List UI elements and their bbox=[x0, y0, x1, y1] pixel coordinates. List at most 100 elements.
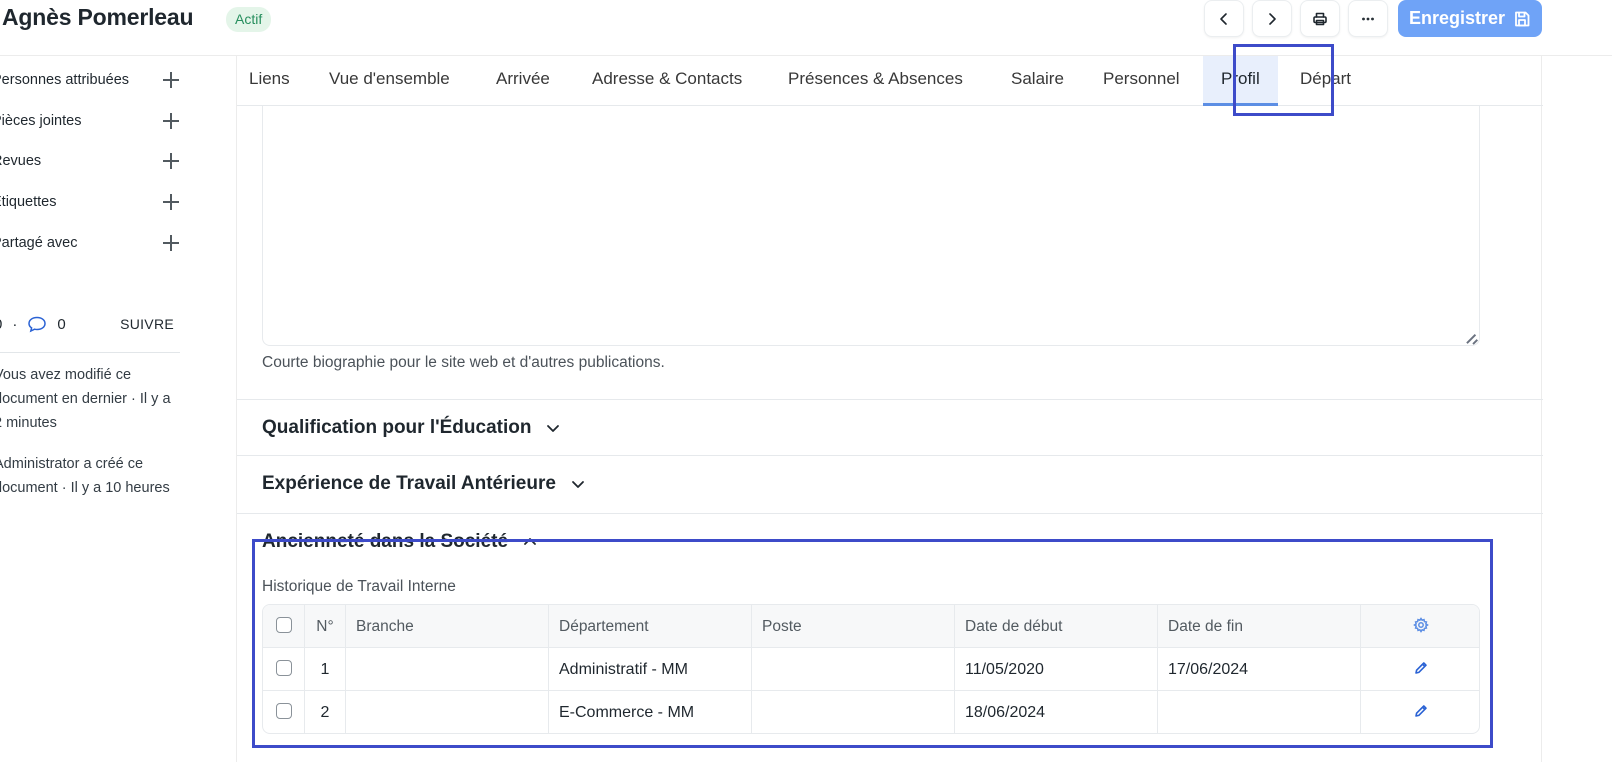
table-row[interactable]: 1 Administratif - MM 11/05/2020 17/06/20… bbox=[263, 648, 1479, 691]
save-button[interactable]: Enregistrer bbox=[1398, 0, 1542, 37]
section-education-header[interactable]: Qualification pour l'Éducation bbox=[262, 413, 561, 443]
sidebar: Personnes attribuées Pièces jointes Revu… bbox=[0, 56, 236, 762]
section-divider bbox=[237, 399, 1543, 400]
tab-profile[interactable]: Profil bbox=[1203, 56, 1278, 106]
form-tabs: Liens Vue d'ensemble Arrivée Adresse & C… bbox=[237, 56, 1543, 106]
form-main: Liens Vue d'ensemble Arrivée Adresse & C… bbox=[236, 56, 1543, 762]
stats-separator: · bbox=[12, 315, 18, 333]
comment-icon[interactable] bbox=[27, 315, 47, 333]
section-title: Qualification pour l'Éducation bbox=[262, 417, 532, 438]
column-header-department: Département bbox=[549, 605, 752, 648]
activity-item: Vous avez modifié ce document en dernier… bbox=[0, 367, 171, 431]
sidebar-item-shared[interactable]: Partagé avec bbox=[0, 228, 180, 258]
select-all-cell bbox=[263, 605, 305, 648]
section-divider bbox=[237, 455, 1543, 456]
cell-end-date[interactable]: 17/06/2024 bbox=[1158, 648, 1361, 691]
comment-count: 0 bbox=[57, 315, 66, 333]
row-checkbox[interactable] bbox=[275, 703, 292, 720]
sidebar-item-label: Partagé avec bbox=[0, 235, 78, 251]
cell-no: 2 bbox=[305, 691, 346, 733]
row-select-cell bbox=[263, 648, 305, 691]
tab-address-contacts[interactable]: Adresse & Contacts bbox=[592, 56, 742, 106]
row-select-cell bbox=[263, 691, 305, 733]
sidebar-item-label: Étiquettes bbox=[0, 194, 57, 210]
column-header-position: Poste bbox=[752, 605, 955, 648]
tab-attendance-leaves[interactable]: Présences & Absences bbox=[788, 56, 963, 106]
select-all-checkbox[interactable] bbox=[275, 617, 292, 634]
sidebar-item-attachments[interactable]: Pièces jointes bbox=[0, 106, 180, 136]
tab-personal[interactable]: Personnel bbox=[1103, 56, 1180, 106]
cell-department[interactable]: E-Commerce - MM bbox=[549, 691, 752, 733]
sidebar-item-label: Personnes attribuées bbox=[0, 72, 130, 88]
sidebar-item-reviews[interactable]: Revues bbox=[0, 146, 180, 176]
sidebar-item-assigned[interactable]: Personnes attribuées bbox=[0, 65, 180, 95]
tab-exit[interactable]: Départ bbox=[1300, 56, 1351, 106]
cell-department[interactable]: Administratif - MM bbox=[549, 648, 752, 691]
table-row[interactable]: 2 E-Commerce - MM 18/06/2024 bbox=[263, 691, 1479, 733]
plus-icon[interactable] bbox=[162, 234, 180, 252]
chevron-down-icon bbox=[570, 476, 586, 492]
row-checkbox[interactable] bbox=[275, 660, 292, 677]
more-icon bbox=[1360, 11, 1376, 27]
tab-links[interactable]: Liens bbox=[249, 56, 290, 106]
column-header-end-date: Date de fin bbox=[1158, 605, 1361, 648]
like-count[interactable]: 0 bbox=[0, 316, 2, 333]
page-title: Agnès Pomerleau bbox=[2, 4, 194, 30]
edit-pencil-icon[interactable] bbox=[1414, 661, 1428, 678]
cell-start-date[interactable]: 11/05/2020 bbox=[955, 648, 1158, 691]
activity-item: Administrator a créé ce document · Il y … bbox=[0, 456, 170, 496]
chevron-down-icon bbox=[545, 420, 561, 436]
plus-icon[interactable] bbox=[162, 193, 180, 211]
cell-branch[interactable] bbox=[346, 691, 549, 733]
sidebar-divider bbox=[0, 352, 180, 353]
tab-overview[interactable]: Vue d'ensemble bbox=[329, 56, 450, 106]
internal-work-history-table: N° Branche Département Poste Date de déb… bbox=[262, 604, 1480, 734]
row-edit-cell bbox=[1361, 648, 1479, 691]
plus-icon[interactable] bbox=[162, 112, 180, 130]
page-header: Agnès Pomerleau Actif Enregistrer bbox=[0, 0, 1612, 56]
sidebar-item-label: Pièces jointes bbox=[0, 113, 82, 129]
document-stats: 0 · 0 SUIVRE bbox=[0, 312, 180, 336]
table-header-row: N° Branche Département Poste Date de déb… bbox=[263, 605, 1479, 648]
plus-icon[interactable] bbox=[162, 71, 180, 89]
chevron-left-icon bbox=[1216, 11, 1232, 27]
column-header-start-date: Date de début bbox=[955, 605, 1158, 648]
tab-joining[interactable]: Arrivée bbox=[496, 56, 550, 106]
plus-icon[interactable] bbox=[162, 152, 180, 170]
previous-button[interactable] bbox=[1204, 0, 1244, 37]
resize-handle-icon[interactable] bbox=[1466, 332, 1477, 343]
bio-help-text: Courte biographie pour le site web et d'… bbox=[262, 354, 665, 371]
status-badge: Actif bbox=[226, 7, 272, 32]
gear-icon[interactable] bbox=[1413, 617, 1429, 635]
section-title: Expérience de Travail Antérieure bbox=[262, 473, 556, 494]
save-icon bbox=[1513, 10, 1531, 28]
column-settings-cell bbox=[1361, 605, 1479, 648]
column-header-no: N° bbox=[305, 605, 346, 648]
cell-start-date[interactable]: 18/06/2024 bbox=[955, 691, 1158, 733]
sidebar-item-label: Revues bbox=[0, 153, 42, 169]
internal-history-label: Historique de Travail Interne bbox=[262, 578, 456, 595]
follow-button[interactable]: SUIVRE bbox=[120, 316, 174, 332]
sidebar-item-tags[interactable]: Étiquettes bbox=[0, 187, 180, 217]
cell-no: 1 bbox=[305, 648, 346, 691]
edit-pencil-icon[interactable] bbox=[1414, 704, 1428, 721]
row-edit-cell bbox=[1361, 691, 1479, 733]
printer-icon bbox=[1312, 11, 1328, 27]
tab-salary[interactable]: Salaire bbox=[1011, 56, 1064, 106]
cell-position[interactable] bbox=[752, 648, 955, 691]
section-seniority-header[interactable]: Ancienneté dans la Société bbox=[262, 527, 538, 557]
print-button[interactable] bbox=[1300, 0, 1340, 37]
section-title: Ancienneté dans la Société bbox=[262, 531, 509, 552]
save-button-label: Enregistrer bbox=[1408, 8, 1506, 28]
bio-textarea[interactable] bbox=[262, 106, 1480, 346]
cell-branch[interactable] bbox=[346, 648, 549, 691]
next-button[interactable] bbox=[1252, 0, 1292, 37]
chevron-up-icon bbox=[522, 534, 538, 550]
more-actions-button[interactable] bbox=[1348, 0, 1388, 37]
cell-end-date[interactable] bbox=[1158, 691, 1361, 733]
column-header-branch: Branche bbox=[346, 605, 549, 648]
section-divider bbox=[237, 513, 1543, 514]
section-experience-header[interactable]: Expérience de Travail Antérieure bbox=[262, 469, 586, 499]
chevron-right-icon bbox=[1264, 11, 1280, 27]
cell-position[interactable] bbox=[752, 691, 955, 733]
